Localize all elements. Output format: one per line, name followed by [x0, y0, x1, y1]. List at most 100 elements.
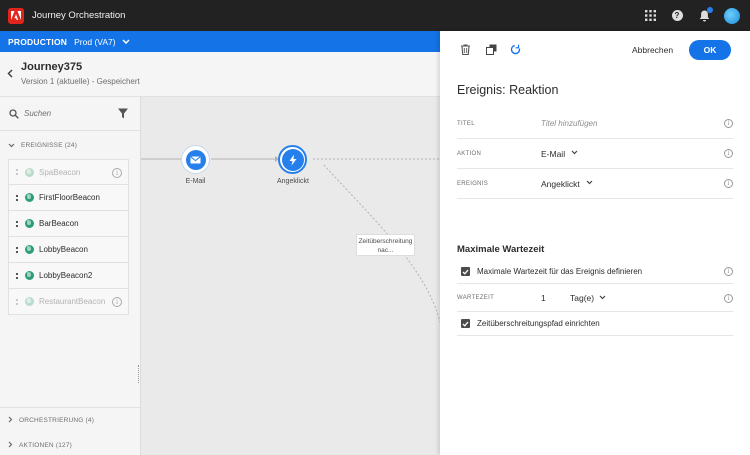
cancel-button[interactable]: Abbrechen: [632, 45, 673, 55]
timeout-path-row: Zeitüberschreitungspfad einrichten: [457, 312, 733, 336]
section-events-header[interactable]: EREIGNISSE (24): [0, 141, 141, 150]
globe-icon: [25, 219, 34, 228]
journey-canvas[interactable]: E-Mail Angeklickt Zeitüberschreitung nac…: [141, 97, 440, 455]
info-icon[interactable]: i: [724, 119, 733, 128]
wait-time-input[interactable]: 1: [541, 293, 570, 303]
section-orchestration-header[interactable]: ORCHESTRIERUNG (4): [0, 416, 141, 425]
drag-handle-icon[interactable]: [16, 220, 20, 227]
environment-bar: PRODUCTION Prod (VA7): [0, 31, 440, 52]
notification-badge: [707, 6, 713, 13]
wait-unit-value: Tag(e): [570, 293, 595, 303]
event-select[interactable]: Angeklickt: [541, 179, 593, 189]
drag-handle-icon[interactable]: [16, 298, 20, 305]
duplicate-icon[interactable]: [486, 44, 497, 55]
panel-toolbar: Abbrechen OK: [440, 31, 750, 67]
drag-handle-icon[interactable]: [16, 272, 20, 279]
info-icon[interactable]: i: [724, 294, 733, 303]
timeout-path-label[interactable]: Zeitüberschreitung nac...: [356, 234, 415, 256]
event-item-spabeacon[interactable]: SpaBeacon i: [8, 159, 129, 185]
panel-title: Ereignis: Reaktion: [457, 83, 559, 97]
action-field-row: AKTION E-Mail i: [457, 139, 733, 169]
event-item-label: LobbyBeacon2: [39, 271, 93, 280]
activity-properties-panel: Abbrechen OK Ereignis: Reaktion TITEL Ti…: [440, 31, 750, 455]
event-item-barbeacon[interactable]: BarBeacon: [8, 211, 129, 237]
reaction-node-label: Angeklickt: [277, 178, 309, 185]
filter-icon[interactable]: [118, 108, 128, 119]
journey-header: Journey375 Version 1 (aktuelle) - Gespei…: [0, 52, 440, 97]
checkmark-icon: [462, 321, 469, 327]
globe-icon: [25, 271, 34, 280]
event-item-lobbybeacon2[interactable]: LobbyBeacon2: [8, 263, 129, 289]
ok-button[interactable]: OK: [689, 40, 731, 60]
app-title: Journey Orchestration: [32, 10, 126, 21]
app-switcher-grid-icon[interactable]: [643, 9, 657, 23]
section-actions-header[interactable]: AKTIONEN (127): [0, 441, 141, 450]
event-list: SpaBeacon i FirstFloorBeacon BarBeacon L…: [8, 159, 129, 315]
title-input[interactable]: Titel hinzufügen: [541, 119, 597, 128]
environment-label: PRODUCTION: [8, 36, 68, 47]
envelope-icon: [190, 155, 201, 163]
chevron-down-icon[interactable]: [122, 37, 130, 46]
checkmark-icon: [462, 269, 469, 275]
reaction-event-node[interactable]: Angeklickt: [277, 145, 309, 185]
adobe-logo-icon[interactable]: [8, 7, 24, 24]
sidebar-collapsed-sections: ORCHESTRIERUNG (4) AKTIONEN (127): [0, 407, 141, 455]
help-icon[interactable]: ?: [670, 9, 684, 23]
info-icon[interactable]: i: [112, 297, 122, 307]
wait-unit-select[interactable]: Tag(e): [570, 293, 606, 303]
event-item-firstfloorbeacon[interactable]: FirstFloorBeacon: [8, 185, 129, 211]
globe-icon: [25, 193, 34, 202]
info-icon[interactable]: i: [724, 149, 733, 158]
event-item-label: BarBeacon: [39, 219, 79, 228]
action-select[interactable]: E-Mail: [541, 149, 578, 159]
define-max-wait-checkbox[interactable]: [461, 267, 470, 276]
app-header: Journey Orchestration ?: [0, 0, 750, 31]
activity-palette: Suchen EREIGNISSE (24) SpaBeacon i First…: [0, 97, 143, 455]
event-item-restaurantbeacon[interactable]: RestaurantBeacon i: [8, 289, 129, 315]
drag-handle-icon[interactable]: [16, 169, 20, 175]
action-field-label: AKTION: [457, 150, 482, 157]
environment-selector[interactable]: Prod (VA7): [74, 37, 115, 47]
wait-time-label: WARTEZEIT: [457, 295, 495, 301]
globe-icon: [25, 167, 34, 177]
chevron-down-icon: [599, 295, 606, 302]
reaction-node-circle[interactable]: [278, 145, 308, 174]
event-field-row: EREIGNIS Angeklickt i: [457, 169, 733, 199]
title-field-row: TITEL Titel hinzufügen i: [457, 109, 733, 139]
timeout-path-label: Zeitüberschreitungspfad einrichten: [477, 319, 600, 328]
timeout-path-checkbox[interactable]: [461, 319, 470, 328]
event-item-label: LobbyBeacon: [39, 245, 88, 254]
drag-handle-icon[interactable]: [16, 246, 20, 253]
notification-bell-icon[interactable]: [697, 6, 713, 23]
timeout-label-line1: Zeitüberschreitung: [358, 238, 413, 245]
trash-icon[interactable]: [460, 44, 471, 55]
define-max-wait-label: Maximale Wartezeit für das Ereignis defi…: [477, 267, 643, 276]
event-field-label: EREIGNIS: [457, 180, 489, 187]
email-node-label: E-Mail: [185, 178, 206, 185]
test-refresh-icon[interactable]: [510, 44, 521, 55]
title-field-label: TITEL: [457, 120, 475, 127]
action-select-value: E-Mail: [541, 148, 566, 159]
event-select-value: Angeklickt: [541, 178, 580, 189]
back-chevron-icon[interactable]: [7, 67, 13, 81]
event-item-label: RestaurantBeacon: [39, 297, 106, 306]
chevron-down-icon: [586, 180, 593, 187]
palette-search[interactable]: Suchen: [0, 97, 141, 131]
email-action-node[interactable]: E-Mail: [181, 145, 210, 185]
user-avatar[interactable]: [724, 7, 740, 24]
globe-icon: [25, 297, 34, 306]
info-icon[interactable]: i: [724, 179, 733, 188]
lightning-icon: [289, 154, 297, 165]
chevron-right-icon: [8, 416, 13, 425]
section-actions-label: AKTIONEN (127): [19, 442, 73, 449]
drag-handle-icon[interactable]: [16, 194, 20, 201]
search-input[interactable]: Suchen: [24, 109, 51, 118]
event-item-label: SpaBeacon: [39, 167, 81, 177]
timeout-label-line2: nac...: [377, 247, 394, 254]
event-item-label: FirstFloorBeacon: [39, 193, 100, 202]
email-node-circle[interactable]: [181, 145, 210, 174]
info-icon[interactable]: i: [724, 267, 733, 276]
info-icon[interactable]: i: [112, 168, 122, 178]
event-item-lobbybeacon[interactable]: LobbyBeacon: [8, 237, 129, 263]
globe-icon: [25, 245, 34, 254]
